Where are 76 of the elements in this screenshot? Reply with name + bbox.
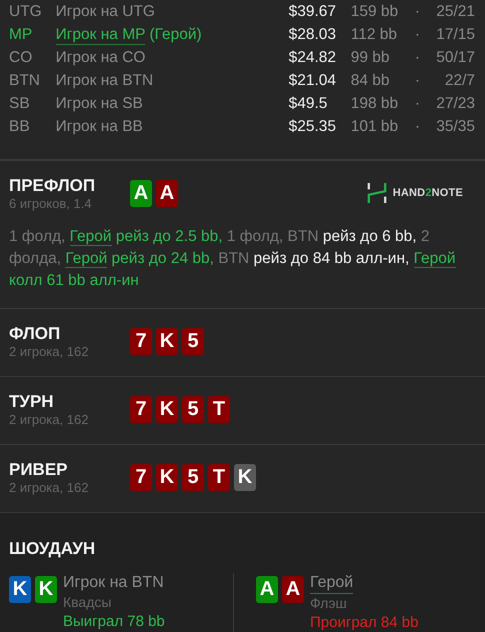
playing-card: T bbox=[208, 396, 230, 423]
playing-card: 5 bbox=[182, 328, 204, 355]
street-title: ТУРН bbox=[9, 392, 55, 412]
playing-card: 7 bbox=[130, 328, 152, 355]
playing-card: K bbox=[156, 328, 178, 355]
stack-bb: 159 bb bbox=[350, 3, 400, 21]
player-stat: 27/23 bbox=[435, 95, 476, 113]
position-label: UTG bbox=[9, 3, 43, 21]
player-stat: 35/35 bbox=[435, 118, 476, 136]
hero-tag: (Герой) bbox=[149, 26, 202, 45]
position-label: CO bbox=[9, 49, 34, 67]
hero-link[interactable]: Герой bbox=[414, 250, 456, 268]
hand-rank: Флэш bbox=[310, 594, 347, 613]
separator-dot: · bbox=[414, 49, 421, 67]
player-link[interactable]: Герой bbox=[310, 573, 354, 594]
player-stat: 50/17 bbox=[435, 49, 476, 67]
hero-link[interactable]: Герой bbox=[70, 228, 112, 246]
stack-amount: $49.5 bbox=[288, 95, 328, 113]
stack-amount: $39.67 bbox=[288, 3, 338, 21]
hand-rank: Квадсы bbox=[63, 593, 112, 612]
separator-dot: · bbox=[414, 95, 421, 113]
stack-bb: 101 bb bbox=[350, 118, 400, 136]
stack-amount: $25.35 bbox=[288, 118, 338, 136]
street-title: РИВЕР bbox=[9, 460, 69, 480]
separator-dot: · bbox=[414, 118, 421, 136]
street-title: ПРЕФЛОП bbox=[9, 176, 96, 196]
playing-card: K bbox=[156, 464, 178, 491]
position-label: SB bbox=[9, 95, 31, 113]
stack-amount: $21.04 bbox=[288, 72, 338, 90]
player-stat: 22/7 bbox=[444, 72, 476, 90]
playing-card: 5 bbox=[182, 464, 204, 491]
playing-card: 7 bbox=[130, 396, 152, 423]
player-stat: 25/21 bbox=[435, 3, 476, 21]
logo-icon bbox=[366, 181, 387, 205]
separator-dot: · bbox=[414, 3, 421, 21]
player-link[interactable]: Игрок на MP bbox=[56, 26, 146, 45]
stack-bb: 84 bb bbox=[350, 72, 391, 90]
street-info: 6 игроков, 1.4 bbox=[9, 196, 93, 212]
separator-dot: · bbox=[414, 72, 421, 90]
playing-card: K bbox=[156, 396, 178, 423]
section-title: ШОУДАУН bbox=[9, 539, 96, 559]
result-text: Выиграл 78 bb bbox=[63, 612, 165, 631]
playing-card: A bbox=[256, 576, 278, 603]
street-info: 2 игрока, 162 bbox=[9, 412, 90, 428]
player-name: Игрок на SB bbox=[56, 95, 143, 113]
stack-amount: $24.82 bbox=[288, 49, 338, 67]
stack-bb: 112 bb bbox=[350, 26, 398, 44]
player-name: Игрок на CO bbox=[56, 49, 146, 67]
playing-card: A bbox=[130, 180, 152, 207]
stack-bb: 198 bb bbox=[350, 95, 400, 113]
playing-card: 5 bbox=[182, 396, 204, 423]
playing-card: T bbox=[208, 464, 230, 491]
playing-card: A bbox=[156, 180, 178, 207]
logo-text: HAND2NOTE bbox=[392, 187, 463, 199]
separator-dot: · bbox=[414, 26, 421, 44]
position-label: BB bbox=[9, 118, 31, 136]
stack-bb: 99 bb bbox=[350, 49, 391, 67]
stack-amount: $28.03 bbox=[288, 26, 338, 44]
street-info: 2 игрока, 162 bbox=[9, 344, 90, 360]
playing-card: K bbox=[234, 464, 256, 491]
player-name: Игрок на BTN bbox=[56, 72, 154, 90]
player-name: Игрок на BB bbox=[56, 118, 143, 136]
player-name: Игрок на UTG bbox=[56, 3, 155, 21]
position-label: MP bbox=[9, 26, 34, 44]
player-stat: 17/15 bbox=[435, 26, 476, 44]
playing-card: K bbox=[9, 576, 31, 603]
playing-card: A bbox=[282, 576, 304, 603]
result-text: Проиграл 84 bb bbox=[310, 613, 418, 632]
position-label: BTN bbox=[9, 72, 41, 90]
playing-card: 7 bbox=[130, 464, 152, 491]
street-title: ФЛОП bbox=[9, 324, 62, 344]
playing-card: K bbox=[35, 576, 57, 603]
player-name: Игрок на BTN bbox=[63, 573, 164, 593]
hero-link[interactable]: Герой bbox=[65, 250, 108, 268]
action-summary: 1 фолд, Герой рейз до 2.5 bb, 1 фолд, BTN рейз до 6 bb, 2 фолда, Герой рейз до 24 bb, BTN рейз до 84 bb алл-ин, Герой колл 61 bb алл-ин bbox=[9, 227, 457, 291]
street-info: 2 игрока, 162 bbox=[9, 480, 90, 496]
